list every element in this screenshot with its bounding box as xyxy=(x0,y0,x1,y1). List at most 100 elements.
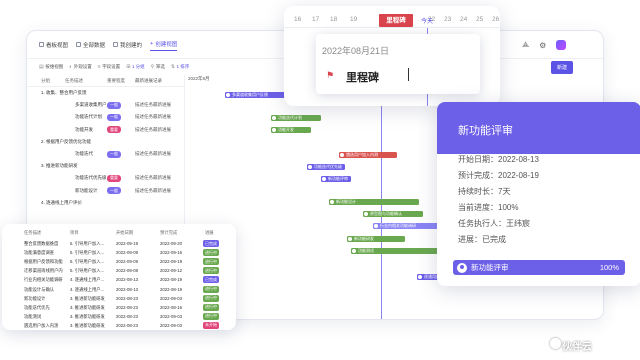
column-header[interactable]: 任务描述 xyxy=(24,230,41,236)
column-header[interactable]: 项目 xyxy=(70,230,79,236)
detail-status: 进展：已完成 xyxy=(458,235,506,244)
gantt-bar[interactable]: 功能迭代计划 xyxy=(271,115,321,121)
list-cell: 2022-08-13 xyxy=(116,277,138,283)
list-cell: 行业内相关功能调研 xyxy=(24,277,63,283)
gantt-bar[interactable]: 遴选用户加入内测 xyxy=(339,152,397,158)
detail-progress-bar[interactable]: 新功能评审 100% xyxy=(453,260,625,275)
grid-icon xyxy=(76,42,82,47)
milestone-popup[interactable]: 2022年08月21日 ⚑ 里程碑 xyxy=(316,34,480,94)
timeline-card: 16 17 18 19 22 23 24 25 26 里程碑 今天 2022年08月21日 ⚑ … xyxy=(284,6,500,106)
appearance-button[interactable]: ◐ 外观设置 xyxy=(69,64,92,70)
day-label[interactable]: 23 xyxy=(444,16,451,23)
priority-tag: 重要 xyxy=(107,174,121,182)
list-cell: 整合反馈数据维度 xyxy=(24,241,59,246)
column-header[interactable]: 预计完成 xyxy=(160,230,177,236)
day-label[interactable]: 16 xyxy=(294,16,301,23)
gantt-bar[interactable]: 新功能设计 xyxy=(329,199,419,205)
list-cell: 迁移渠道再线用户内 xyxy=(24,268,63,274)
list-item[interactable]: 功能设计与确认 4. 逐通线上用户... 2022-08-13 2022-08-19 进… xyxy=(2,285,236,294)
task-list-card: 任务描述 项目 开始日期 预计完成 进展 整合反馈数据维度 5. 引导用户加入..… xyxy=(2,224,236,330)
milestone-date: 2022年08月21日 xyxy=(322,46,390,56)
filter-icon: ⚲ xyxy=(150,64,155,70)
group-row[interactable]: 2. 根据用户反馈优化功能 xyxy=(27,136,184,148)
table-row[interactable]: 功能开发 重要 描述任务最新进展 xyxy=(27,124,184,136)
list-item[interactable]: 行业内相关功能调研 4. 逐通线上用户... 2022-08-13 2022-08-1… xyxy=(2,275,236,284)
group-label: 1. 收集、整合用户反馈 xyxy=(41,90,87,96)
group-row[interactable]: 1. 收集、整合用户反馈 xyxy=(27,87,184,99)
table-body: 1. 收集、整合用户反馈多渠道收集用户反馈一般描述任务最新进展功能迭代计划一般描… xyxy=(27,87,184,209)
gantt-bar[interactable]: 新功能评审 xyxy=(321,176,351,182)
list-item[interactable]: 新功能设计 3. 推进新功能研发 2022-08-23 2022-09-03 进行中 xyxy=(2,294,236,303)
nav-kanban-view[interactable]: 看板视图 xyxy=(39,41,68,49)
gantt-bar-label: 功能开发 xyxy=(278,127,294,132)
group-label: 3. 推进新功能研发 xyxy=(41,163,78,169)
settings-icon[interactable]: ⚙ xyxy=(539,41,546,50)
view-mode-button[interactable]: ▤ 按维视图 xyxy=(39,64,63,70)
column-header[interactable]: 进展 xyxy=(205,230,214,236)
table-row[interactable]: 功能迭代计划 一般 描述任务最新进展 xyxy=(27,111,184,123)
list-item[interactable]: 遴选用户加入内测 3. 推进新功能研发 2022-08-23 2022-09-03 未开… xyxy=(2,321,236,330)
gantt-bar[interactable]: 功能测试 xyxy=(351,248,441,254)
gantt-bar[interactable]: 新功能研发 xyxy=(347,236,405,242)
detail-bar-name: 新功能评审 xyxy=(471,263,509,272)
sort-button[interactable]: ⇅ 1 排序 xyxy=(171,64,189,70)
table-row[interactable]: 多渠道收集用户反馈一般 描述任务最新进展 xyxy=(27,99,184,111)
group-icon: ⊞ xyxy=(126,64,131,70)
priority-cell: 一般 xyxy=(107,113,135,121)
gantt-bar[interactable]: 多渠道收集用户反馈 xyxy=(225,92,285,98)
fields-button[interactable]: ≡ 字段设置 xyxy=(98,64,120,70)
watermark: 伙伴云 xyxy=(562,342,592,353)
list-cell: 功能满意度调查 xyxy=(24,250,55,256)
nav-all-data[interactable]: 全部数据 xyxy=(76,41,105,49)
column-header[interactable]: 最新进展记录 xyxy=(135,78,184,84)
column-header[interactable]: 分组 xyxy=(27,78,51,84)
gantt-bar[interactable]: 原型图与功能确认 xyxy=(363,211,423,217)
day-label[interactable]: 25 xyxy=(476,16,483,23)
column-header[interactable]: 开始日期 xyxy=(116,230,133,236)
detail-header: 新功能评审 xyxy=(437,102,640,154)
avatar xyxy=(340,153,344,157)
table-row[interactable]: 新功能设计 一般 描述任务最新进展 xyxy=(27,185,184,197)
today-label[interactable]: 今天 xyxy=(421,16,433,25)
list-cell: 2022-09-12 xyxy=(160,268,182,274)
list-cell: 遴选用户加入内测 xyxy=(24,322,59,328)
new-button[interactable]: 新建 xyxy=(550,61,573,74)
nav-my-created[interactable]: 我创建的 xyxy=(113,41,142,49)
list-item[interactable]: 功能满意度调查 5. 引导用户加入... 2022-09-09 2022-09-16 进… xyxy=(2,248,236,257)
day-label[interactable]: 24 xyxy=(460,16,467,23)
day-label[interactable]: 17 xyxy=(312,16,319,23)
progress-note: 描述任务最新进展 xyxy=(135,151,171,157)
nav-create-view[interactable]: + 创建视图 xyxy=(150,38,178,51)
share-icon[interactable]: ⟁ xyxy=(522,40,529,50)
group-row[interactable]: 4. 逐通线上用户评价 xyxy=(27,197,184,209)
day-label[interactable]: 18 xyxy=(330,16,337,23)
table-header: 分组 任务描述 重要程度 最新进展记录 xyxy=(27,75,184,87)
task-name: 多渠道收集用户反馈 xyxy=(75,102,107,108)
column-header[interactable]: 任务描述 xyxy=(51,78,107,84)
day-label[interactable]: 19 xyxy=(350,16,357,23)
gantt-month: 2022年8月 xyxy=(188,76,210,81)
filter-button[interactable]: ⚲ 筛选 xyxy=(151,64,165,70)
appearance-icon: ◐ xyxy=(69,64,73,70)
table-row[interactable]: 功能迭代优先级 重要 描述任务最新进展 xyxy=(27,172,184,184)
list-item[interactable]: 整合反馈数据维度 5. 引导用户加入... 2022-09-19 2022-09-20… xyxy=(2,239,236,248)
list-item[interactable]: 功能测试 3. 推进新功能研发 2022-08-23 2022-09-03 进行中 xyxy=(2,312,236,321)
group-row[interactable]: 3. 推进新功能研发 xyxy=(27,160,184,172)
gantt-bar[interactable]: 功能迭代优先级 xyxy=(307,164,345,170)
progress-note: 描述任务最新进展 xyxy=(135,114,171,120)
gantt-bar[interactable]: 功能开发 xyxy=(271,127,311,133)
list-item[interactable]: 功能迭代优先 3. 推进新功能研发 2022-08-23 2022-08-16 进行中 xyxy=(2,303,236,312)
detail-title: 新功能评审 xyxy=(458,125,513,137)
tool-label: 1 分组 xyxy=(131,64,145,69)
milestone-name-input[interactable]: 里程碑 xyxy=(346,69,379,85)
milestone-tag[interactable]: 里程碑 xyxy=(379,14,413,27)
priority-cell: 重要 xyxy=(107,126,135,134)
group-button[interactable]: ⊞ 1 分组 xyxy=(126,64,144,70)
list-item[interactable]: 迁移渠道再线用户内 5. 引导用户加入... 2022-09-08 2022-09-1… xyxy=(2,266,236,275)
list-item[interactable]: 根据用户反馈和功能 5. 引导用户加入... 2022-09-09 2022-09-1… xyxy=(2,257,236,266)
list-cell: 2022-08-23 xyxy=(116,322,138,328)
table-row[interactable]: 功能迭代 一般 描述任务最新进展 xyxy=(27,148,184,160)
day-label[interactable]: 26 xyxy=(492,16,499,23)
sort-icon: ⇅ xyxy=(170,64,176,70)
column-header[interactable]: 重要程度 xyxy=(107,78,135,84)
